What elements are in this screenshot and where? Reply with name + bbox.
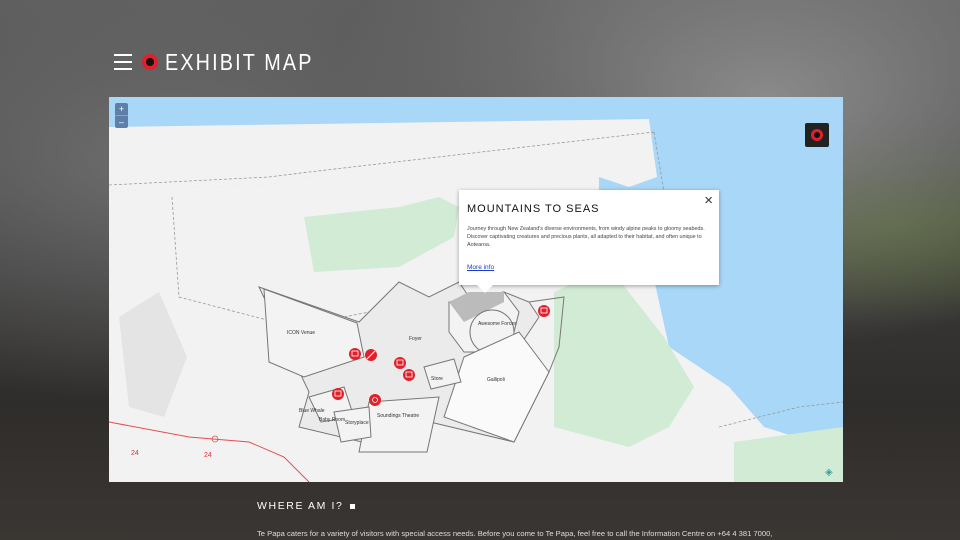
label-storyplace: Storyplace	[345, 420, 369, 426]
toilets-icon[interactable]	[403, 369, 415, 381]
square-icon	[350, 503, 356, 509]
road-label-right: 24	[204, 452, 212, 459]
access-info-text: Te Papa caters for a variety of visitors…	[257, 529, 773, 538]
locate-button[interactable]	[805, 123, 829, 147]
label-icon-venue: ICON Venue	[287, 330, 315, 336]
toilets-icon[interactable]	[394, 357, 406, 369]
page-title: EXHIBIT MAP	[165, 48, 314, 75]
accessible-icon[interactable]	[369, 394, 381, 406]
room-soundings	[358, 396, 440, 453]
zoom-out-button[interactable]: –	[115, 115, 128, 128]
label-foyer: Foyer	[409, 336, 422, 342]
menu-icon[interactable]	[114, 54, 132, 70]
exhibit-popup: × MOUNTAINS TO SEAS Journey through New …	[459, 190, 719, 293]
where-am-i-label: WHERE AM I?	[257, 500, 344, 512]
popup-title: MOUNTAINS TO SEAS	[467, 203, 600, 215]
header: EXHIBIT MAP	[114, 48, 338, 76]
exhibit-map[interactable]: 24 24 ICON Venue Foyer Awesome Forces St…	[109, 97, 843, 482]
label-soundings-theatre: Soundings Theatre	[377, 413, 419, 419]
locate-icon	[811, 129, 823, 141]
map-canvas: 24 24 ICON Venue Foyer Awesome Forces St…	[109, 97, 843, 482]
zoom-control: + –	[115, 103, 128, 128]
zoom-in-button[interactable]: +	[115, 103, 128, 115]
more-info-link[interactable]: More info	[467, 264, 494, 271]
cafe-icon[interactable]	[365, 349, 377, 361]
logo-icon	[142, 54, 158, 70]
layers-icon[interactable]: ◈	[825, 468, 835, 478]
popup-description: Journey through New Zealand's diverse en…	[467, 226, 705, 248]
close-icon[interactable]: ×	[704, 192, 713, 209]
toilets-icon[interactable]	[538, 305, 550, 317]
label-gallipoli: Gallipoli	[487, 377, 505, 383]
label-baby-room: Baby Room	[319, 417, 345, 423]
label-store: Store	[431, 376, 443, 382]
where-am-i-heading: WHERE AM I?	[257, 500, 356, 512]
parent-room-icon[interactable]	[349, 348, 361, 360]
label-awesome-forces: Awesome Forces	[478, 321, 517, 327]
label-blue-whale: Blue Whale	[299, 408, 325, 414]
road-label-left: 24	[131, 450, 139, 457]
toilets-icon[interactable]	[332, 388, 344, 400]
